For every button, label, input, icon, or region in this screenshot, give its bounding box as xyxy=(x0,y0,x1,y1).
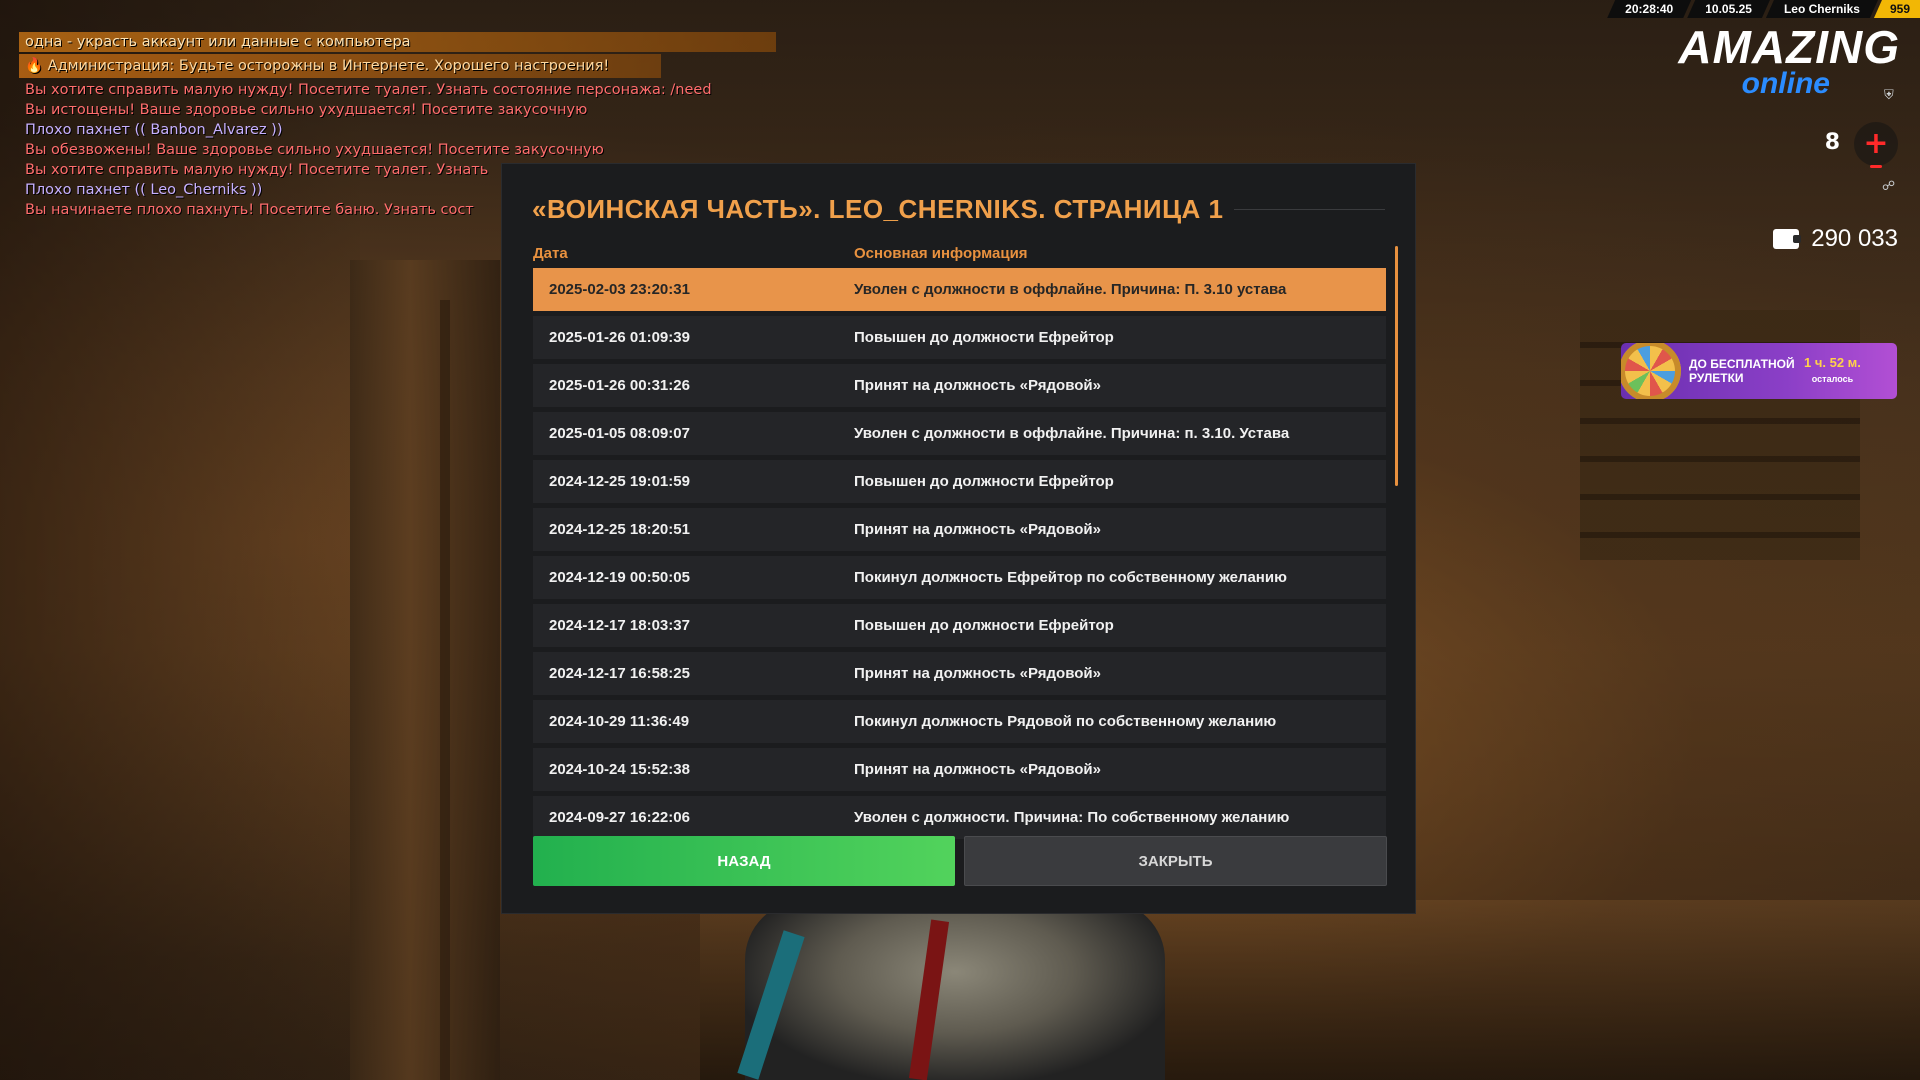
history-row[interactable]: 2025-01-26 00:31:26 Принят на должность «… xyxy=(533,364,1386,407)
dialog-header: «ВОИНСКАЯ ЧАСТЬ». LEO_CHERNIKS. СТРАНИЦА… xyxy=(532,194,1385,224)
background-pillar xyxy=(350,260,500,1080)
row-date: 2024-12-25 19:01:59 xyxy=(549,473,690,490)
row-info: Уволен с должности в оффлайне. Причина: … xyxy=(854,425,1290,442)
list-scrollbar[interactable] xyxy=(1395,246,1398,486)
history-row[interactable]: 2024-12-19 00:50:05 Покинул должность Ефр… xyxy=(533,556,1386,599)
roulette-time-value: 1 ч. 52 м. xyxy=(1804,355,1861,370)
row-date: 2025-01-26 00:31:26 xyxy=(549,377,690,394)
row-info: Покинул должность Ефрейтор по собственно… xyxy=(854,569,1287,586)
chat-line: одна - украсть аккаунт или данные с комп… xyxy=(19,32,776,52)
health-cross-icon: + xyxy=(1854,122,1898,166)
row-date: 2024-12-17 16:58:25 xyxy=(549,665,690,682)
logo-sub-text: online xyxy=(1741,67,1830,100)
row-info: Покинул должность Рядовой по собственном… xyxy=(854,713,1277,730)
row-info: Повышен до должности Ефрейтор xyxy=(854,617,1114,634)
column-header-info: Основная информация xyxy=(854,245,1028,262)
row-info: Принят на должность «Рядовой» xyxy=(854,761,1101,778)
row-date: 2024-09-27 16:22:06 xyxy=(549,809,690,826)
chat-line: Плохо пахнет (( Banbon_Alvarez )) xyxy=(25,122,283,138)
title-divider xyxy=(1233,208,1385,210)
free-roulette-banner[interactable]: ДО БЕСПЛАТНОЙ РУЛЕТКИ 1 ч. 52 м. осталос… xyxy=(1621,343,1897,399)
row-date: 2024-12-19 00:50:05 xyxy=(549,569,690,586)
status-date: 10.05.25 xyxy=(1687,0,1770,18)
history-row[interactable]: 2025-02-03 23:20:31 Уволен с должности в … xyxy=(533,268,1386,311)
wallet-icon xyxy=(1773,229,1802,249)
money-display: 290 033 xyxy=(1773,225,1898,253)
status-player-name: Leo Cherniks xyxy=(1766,0,1878,18)
back-button[interactable]: НАЗАД xyxy=(533,836,955,886)
money-amount: 290 033 xyxy=(1811,225,1898,252)
roulette-timer: 1 ч. 52 м. осталось xyxy=(1804,355,1861,387)
history-row[interactable]: 2024-12-25 18:20:51 Принят на должность «… xyxy=(533,508,1386,551)
history-row[interactable]: 2025-01-26 01:09:39 Повышен до должности … xyxy=(533,316,1386,359)
roulette-label: ДО БЕСПЛАТНОЙ РУЛЕТКИ xyxy=(1689,357,1795,385)
health-indicator xyxy=(1870,165,1882,168)
logo-main-text: AMAZING xyxy=(1678,21,1900,73)
row-date: 2025-01-26 01:09:39 xyxy=(549,329,690,346)
row-date: 2025-01-05 08:09:07 xyxy=(549,425,690,442)
row-info: Принят на должность «Рядовой» xyxy=(854,377,1101,394)
history-row[interactable]: 2024-12-25 19:01:59 Повышен до должности … xyxy=(533,460,1386,503)
chat-line: Вы обезвожены! Ваше здоровье сильно ухуд… xyxy=(25,142,604,158)
history-list[interactable]: 2025-02-03 23:20:31 Уволен с должности в … xyxy=(533,268,1386,849)
column-header-date: Дата xyxy=(533,245,568,262)
background-pillar-shadow xyxy=(440,300,450,1080)
row-date: 2024-12-17 18:03:37 xyxy=(549,617,690,634)
voice-icon: ☍ xyxy=(1881,179,1895,194)
close-button[interactable]: ЗАКРЫТЬ xyxy=(964,836,1387,886)
roulette-wheel-icon xyxy=(1621,343,1681,399)
history-row[interactable]: 2024-10-24 15:52:38 Принят на должность «… xyxy=(533,748,1386,791)
row-date: 2024-10-29 11:36:49 xyxy=(549,713,690,730)
shield-icon: ⛨ xyxy=(1884,88,1894,103)
chat-line: Вы истощены! Ваше здоровье сильно ухудша… xyxy=(25,102,588,118)
row-info: Уволен с должности в оффлайне. Причина: … xyxy=(854,281,1287,298)
history-row[interactable]: 2024-12-17 18:03:37 Повышен до должности … xyxy=(533,604,1386,647)
roulette-time-suffix: осталось xyxy=(1811,374,1854,384)
player-character xyxy=(745,900,1165,1080)
history-row[interactable]: 2025-01-05 08:09:07 Уволен с должности в … xyxy=(533,412,1386,455)
row-date: 2024-12-25 18:20:51 xyxy=(549,521,690,538)
chat-line: 🔥 Администрация: Будьте осторожны в Инте… xyxy=(19,54,661,78)
row-info: Уволен с должности. Причина: По собствен… xyxy=(854,809,1290,826)
faction-history-dialog: «ВОИНСКАЯ ЧАСТЬ». LEO_CHERNIKS. СТРАНИЦА… xyxy=(501,163,1416,914)
status-time: 20:28:40 xyxy=(1607,0,1691,18)
chat-line: Вы хотите справить малую нужду! Посетите… xyxy=(25,82,712,98)
row-date: 2024-10-24 15:52:38 xyxy=(549,761,690,778)
status-player-id: 959 xyxy=(1873,0,1920,18)
row-info: Повышен до должности Ефрейтор xyxy=(854,329,1114,346)
dialog-title: «ВОИНСКАЯ ЧАСТЬ». LEO_CHERNIKS. СТРАНИЦА… xyxy=(532,193,1224,224)
history-row[interactable]: 2024-09-27 16:22:06 Уволен с должности. П… xyxy=(533,796,1386,839)
game-logo: AMAZING online xyxy=(1660,21,1900,99)
row-date: 2025-02-03 23:20:31 xyxy=(549,281,690,298)
row-info: Принят на должность «Рядовой» xyxy=(854,521,1101,538)
history-row[interactable]: 2024-10-29 11:36:49 Покинул должность Ряд… xyxy=(533,700,1386,743)
health-value: 8 xyxy=(1824,130,1840,155)
history-row[interactable]: 2024-12-17 16:58:25 Принят на должность «… xyxy=(533,652,1386,695)
row-info: Повышен до должности Ефрейтор xyxy=(854,473,1114,490)
row-info: Принят на должность «Рядовой» xyxy=(854,665,1101,682)
top-status-bar: 20:28:40 10.05.25 Leo Cherniks 959 xyxy=(1611,0,1920,18)
